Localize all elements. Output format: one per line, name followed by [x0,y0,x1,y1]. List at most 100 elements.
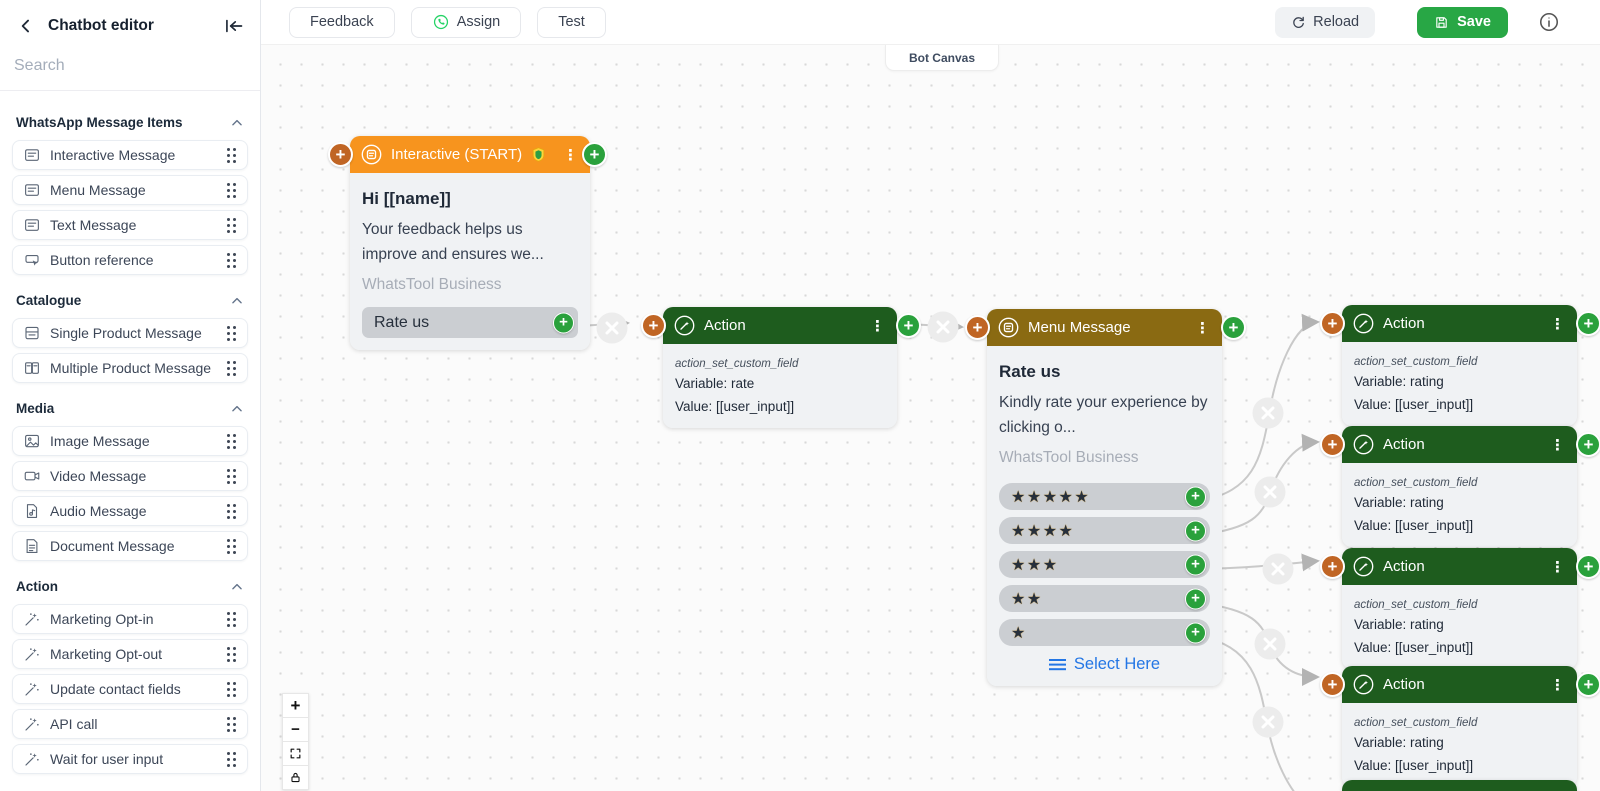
node-menu-button[interactable] [1548,315,1567,333]
save-button[interactable]: Save [1417,6,1508,38]
node-action-set-rating-1[interactable]: Action action_set_custom_field Variable:… [1320,305,1600,426]
target-handle[interactable] [641,313,666,338]
node-action-set-rate[interactable]: Action action_set_custom_field Variable:… [641,307,921,428]
sidebar-item-video-message[interactable]: Video Message [12,461,248,491]
menu-option-1-star[interactable]: ★ [999,619,1210,646]
sidebar-item-interactive-message[interactable]: Interactive Message [12,140,248,170]
info-button[interactable] [1538,11,1560,33]
node-action-set-rating-2[interactable]: Action action_set_custom_field Variable:… [1320,426,1600,547]
edge-delete-button[interactable] [1254,476,1286,508]
node-menu-button[interactable] [1548,676,1567,694]
drag-handle-icon[interactable] [227,325,236,341]
node-header[interactable] [1342,780,1577,791]
sidebar-item-audio-message[interactable]: Audio Message [12,496,248,526]
lock-button[interactable] [282,765,309,790]
test-button[interactable]: Test [537,6,606,38]
sidebar-item-api-call[interactable]: API call [12,709,248,739]
feedback-button[interactable]: Feedback [289,6,395,38]
add-node-button[interactable] [582,142,607,167]
add-node-button[interactable] [1185,622,1206,643]
drag-handle-icon[interactable] [227,217,236,233]
drag-handle-icon[interactable] [227,611,236,627]
node-menu-button[interactable] [1548,558,1567,576]
drag-handle-icon[interactable] [227,646,236,662]
sidebar-item-wait-for-user-input[interactable]: Wait for user input [12,744,248,774]
node-header[interactable]: Action [1342,548,1577,585]
target-handle[interactable] [1320,311,1345,336]
collapse-sidebar-button[interactable] [224,16,244,36]
node-action-set-rating-3[interactable]: Action action_set_custom_field Variable:… [1320,548,1600,669]
zoom-in-button[interactable] [282,693,309,718]
node-header[interactable]: Action [663,307,897,344]
add-node-button[interactable] [896,313,921,338]
menu-option-3-stars[interactable]: ★★★ [999,551,1210,578]
add-node-button[interactable] [1185,554,1206,575]
target-handle[interactable] [1320,554,1345,579]
add-node-button[interactable] [1185,520,1206,541]
add-node-button[interactable] [1221,315,1246,340]
target-handle[interactable] [965,315,990,340]
fit-view-button[interactable] [282,741,309,766]
add-node-button[interactable] [1576,311,1600,336]
sidebar-item-marketing-opt-out[interactable]: Marketing Opt-out [12,639,248,669]
sidebar-item-marketing-opt-in[interactable]: Marketing Opt-in [12,604,248,634]
edge-delete-button[interactable] [1252,706,1284,738]
drag-handle-icon[interactable] [227,681,236,697]
sidebar-item-multiple-product-message[interactable]: Multiple Product Message [12,353,248,383]
drag-handle-icon[interactable] [227,716,236,732]
back-button[interactable] [16,16,36,36]
add-node-button[interactable] [1185,588,1206,609]
section-header-media[interactable]: Media [16,401,244,416]
menu-option-2-stars[interactable]: ★★ [999,585,1210,612]
node-header[interactable]: Action [1342,426,1577,463]
node-menu-message[interactable]: Menu Message Rate us Kindly rate your ex… [965,309,1246,686]
edge-delete-button[interactable] [1262,553,1294,585]
add-node-button[interactable] [1576,554,1600,579]
node-menu-button[interactable] [1548,436,1567,454]
add-node-button[interactable] [1576,672,1600,697]
section-header-catalogue[interactable]: Catalogue [16,293,244,308]
section-header-whatsapp-message-items[interactable]: WhatsApp Message Items [16,115,244,130]
add-node-button[interactable] [553,312,574,333]
drag-handle-icon[interactable] [227,360,236,376]
node-menu-button[interactable] [561,146,580,164]
drag-handle-icon[interactable] [227,503,236,519]
assign-button[interactable]: Assign [410,6,522,38]
edge-delete-button[interactable] [1252,397,1284,429]
select-here-button[interactable]: Select Here [999,655,1210,674]
node-interactive-start[interactable]: Interactive (START) Hi [[name]] Your fee… [328,136,607,350]
drag-handle-icon[interactable] [227,182,236,198]
drag-handle-icon[interactable] [227,433,236,449]
node-header[interactable]: Interactive (START) [350,136,590,173]
drag-handle-icon[interactable] [227,252,236,268]
node-action-set-rating-4[interactable]: Action action_set_custom_field Variable:… [1320,666,1600,787]
add-node-button[interactable] [1576,432,1600,457]
sidebar-item-update-contact-fields[interactable]: Update contact fields [12,674,248,704]
edge-delete-button[interactable] [927,311,959,343]
drag-handle-icon[interactable] [227,147,236,163]
search-input[interactable] [12,56,248,76]
sidebar-item-image-message[interactable]: Image Message [12,426,248,456]
node-menu-button[interactable] [868,317,887,335]
zoom-out-button[interactable] [282,717,309,742]
menu-option-4-stars[interactable]: ★★★★ [999,517,1210,544]
menu-option-5-stars[interactable]: ★★★★★ [999,483,1210,510]
sidebar-item-text-message[interactable]: Text Message [12,210,248,240]
rate-us-button[interactable]: Rate us [362,307,578,338]
sidebar-item-document-message[interactable]: Document Message [12,531,248,561]
drag-handle-icon[interactable] [227,468,236,484]
node-header[interactable]: Menu Message [987,309,1222,346]
add-node-button[interactable] [1185,486,1206,507]
sidebar-item-single-product-message[interactable]: Single Product Message [12,318,248,348]
node-header[interactable]: Action [1342,666,1577,703]
target-handle[interactable] [328,142,353,167]
reload-button[interactable]: Reload [1275,6,1376,38]
sidebar-item-button-reference[interactable]: Button reference [12,245,248,275]
sidebar-item-menu-message[interactable]: Menu Message [12,175,248,205]
edge-delete-button[interactable] [1254,628,1286,660]
drag-handle-icon[interactable] [227,538,236,554]
drag-handle-icon[interactable] [227,751,236,767]
target-handle[interactable] [1320,672,1345,697]
target-handle[interactable] [1320,432,1345,457]
edge-delete-button[interactable] [596,312,628,344]
